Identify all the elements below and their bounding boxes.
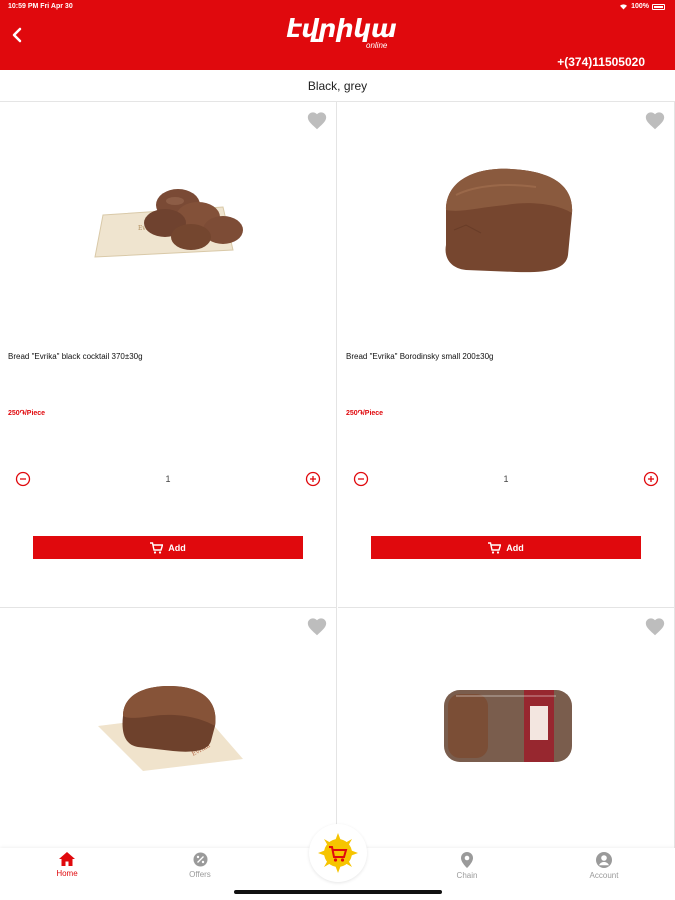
cart-icon — [150, 541, 164, 554]
plus-circle-icon[interactable] — [643, 471, 659, 487]
plus-circle-icon[interactable] — [305, 471, 321, 487]
brand-logo[interactable]: էվրիկա online — [286, 14, 406, 58]
add-button-label: Add — [168, 542, 186, 553]
nav-account[interactable]: Account — [569, 852, 639, 880]
home-indicator — [234, 890, 442, 894]
cart-icon — [488, 541, 502, 554]
phone-number[interactable]: +(374)11505020 — [557, 55, 645, 69]
minus-circle-icon[interactable] — [15, 471, 31, 487]
nav-home[interactable]: Home — [32, 852, 102, 878]
product-image[interactable] — [406, 638, 606, 813]
product-card[interactable]: Evrika — [0, 608, 337, 850]
percent-icon — [193, 852, 207, 867]
nav-chain[interactable]: Chain — [432, 852, 502, 880]
battery-percent: 100% — [631, 3, 649, 10]
wifi-icon — [620, 4, 628, 10]
product-card[interactable] — [338, 608, 675, 850]
product-card[interactable]: Evrika Bread "Evrika" black cocktail 370… — [0, 102, 337, 608]
product-name[interactable]: Bread "Evrika" Borodinsky small 200±30g — [346, 352, 493, 361]
packaged-sliced-bread-image — [444, 689, 572, 762]
product-price: 250֏/Piece — [8, 410, 46, 417]
add-to-cart-button[interactable]: Add — [33, 536, 303, 559]
add-to-cart-button[interactable]: Add — [371, 536, 641, 559]
heart-icon[interactable] — [644, 110, 666, 132]
minus-circle-icon[interactable] — [353, 471, 369, 487]
product-grid: Evrika Bread "Evrika" black cocktail 370… — [0, 102, 675, 850]
product-card[interactable]: Bread "Evrika" Borodinsky small 200±30g … — [338, 102, 675, 608]
user-icon — [596, 852, 612, 868]
home-icon — [59, 852, 75, 866]
quantity-stepper: 1 — [15, 468, 321, 490]
product-image[interactable] — [406, 132, 606, 307]
chevron-left-icon — [12, 27, 22, 43]
sun-cart-icon — [318, 833, 358, 873]
app-header: 10:59 PM Fri Apr 30 100% էվրիկա online +… — [0, 0, 675, 70]
nav-offers[interactable]: Offers — [165, 852, 235, 879]
product-name[interactable]: Bread "Evrika" black cocktail 370±30g — [8, 352, 143, 361]
battery-icon — [652, 3, 665, 10]
cart-button[interactable] — [309, 824, 367, 882]
nav-offers-label: Offers — [189, 870, 211, 879]
category-bar: Black, grey — [0, 70, 675, 102]
heart-icon[interactable] — [306, 110, 328, 132]
heart-icon[interactable] — [306, 616, 328, 638]
back-button[interactable] — [6, 22, 28, 48]
status-time: 10:59 PM Fri Apr 30 — [8, 3, 73, 10]
black-loaf-on-paper-image: Evrika — [98, 685, 243, 771]
quantity-value: 1 — [165, 474, 171, 484]
quantity-stepper: 1 — [353, 468, 659, 490]
category-title: Black, grey — [307, 78, 368, 93]
nav-home-label: Home — [56, 869, 78, 878]
quantity-value: 1 — [503, 474, 509, 484]
nav-chain-label: Chain — [456, 871, 478, 880]
product-image[interactable]: Evrika — [68, 638, 268, 813]
logo-subtitle: online — [366, 41, 388, 50]
logo-wordmark: էվրիկա — [286, 14, 397, 43]
bread-rolls-image: Evrika — [94, 188, 243, 258]
product-image[interactable]: Evrika — [68, 132, 268, 307]
nav-account-label: Account — [589, 871, 619, 880]
location-pin-icon — [461, 852, 473, 868]
product-price: 250֏/Piece — [346, 410, 384, 417]
add-button-label: Add — [506, 542, 524, 553]
status-battery: 100% — [619, 3, 665, 10]
heart-icon[interactable] — [644, 616, 666, 638]
borodinsky-loaf-image — [445, 168, 573, 272]
